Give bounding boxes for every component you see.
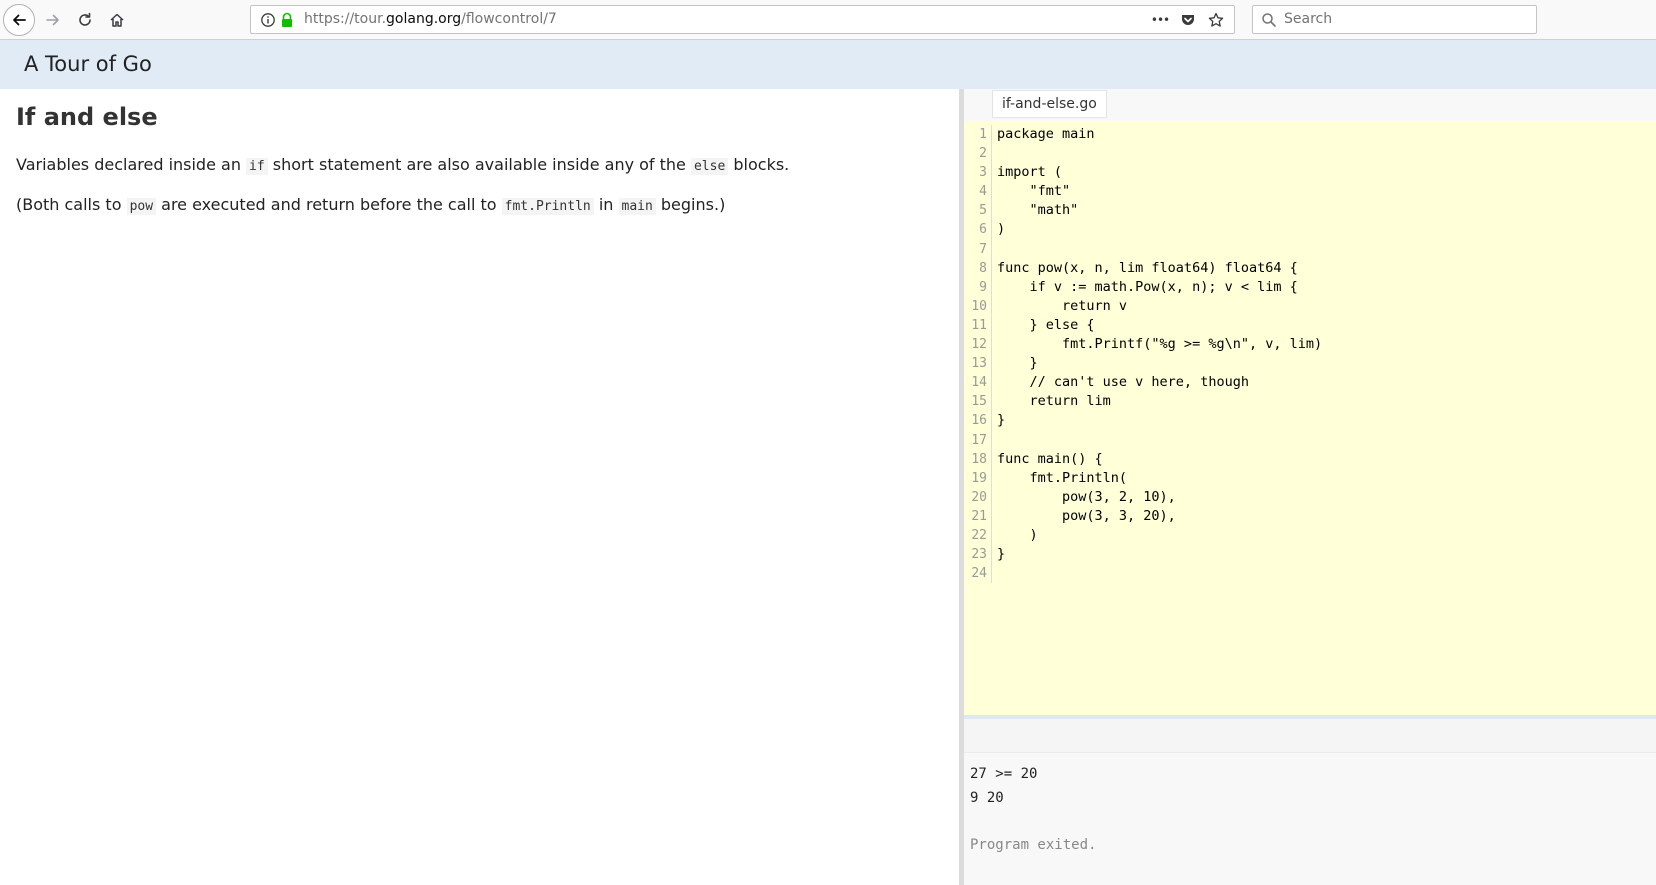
line-number: 6 (979, 222, 987, 238)
code-line[interactable]: return lim (997, 392, 1322, 411)
para1-text-2: short statement are also available insid… (267, 155, 691, 174)
home-button[interactable] (101, 4, 133, 36)
lesson-paragraph-2: (Both calls to pow are executed and retu… (16, 195, 726, 215)
lesson-paragraph-1: Variables declared inside an if short st… (16, 155, 790, 175)
browser-toolbar: https://tour.golang.org/flowcontrol/7 ••… (0, 0, 1656, 40)
code-pow: pow (126, 198, 157, 215)
para2-text-3: in (593, 195, 619, 214)
reload-icon (79, 12, 91, 26)
url-bar[interactable]: https://tour.golang.org/flowcontrol/7 ••… (250, 5, 1235, 34)
line-number: 16 (971, 413, 987, 429)
line-number: 5 (979, 203, 987, 219)
forward-button[interactable] (37, 4, 69, 36)
tour-header: A Tour of Go (0, 40, 1656, 89)
code-line[interactable]: "fmt" (997, 182, 1322, 201)
arrow-left-icon (13, 14, 26, 26)
output-panel: 27 >= 20 9 20 Program exited. (964, 719, 1656, 885)
code-line[interactable]: fmt.Printf("%g >= %g\n", v, lim) (997, 335, 1322, 354)
para1-text-1: Variables declared inside an (16, 155, 247, 174)
search-icon (1261, 12, 1277, 32)
code-fmt-println: fmt.Println (501, 198, 594, 215)
code-line[interactable]: // can't use v here, though (997, 373, 1322, 392)
para2-text-2: are executed and return before the call … (156, 195, 502, 214)
lesson-title: If and else (16, 103, 158, 131)
search-bar[interactable]: Search (1252, 5, 1537, 34)
code-line[interactable]: func pow(x, n, lim float64) float64 { (997, 259, 1322, 278)
code-if: if (246, 158, 268, 175)
tour-title[interactable]: A Tour of Go (24, 52, 152, 76)
line-number: 17 (971, 432, 987, 448)
code-lines[interactable]: package main import ( "fmt" "math") func p… (997, 125, 1322, 583)
arrow-right-icon (46, 14, 59, 26)
line-number: 2 (979, 146, 987, 162)
line-number: 14 (971, 375, 987, 391)
code-line[interactable]: ) (997, 526, 1322, 545)
line-number: 20 (971, 489, 987, 505)
line-number: 9 (979, 279, 987, 295)
code-line[interactable]: "math" (997, 201, 1322, 220)
code-line[interactable] (997, 144, 1322, 163)
code-line[interactable]: ) (997, 220, 1322, 239)
pocket-icon[interactable] (1174, 12, 1202, 28)
file-tab[interactable]: if-and-else.go (992, 90, 1107, 118)
file-tabs: if-and-else.go (964, 89, 1656, 121)
code-line[interactable]: pow(3, 3, 20), (997, 507, 1322, 526)
line-number: 8 (979, 260, 987, 276)
line-number: 3 (979, 165, 987, 181)
output-line: 9 20 (970, 790, 1004, 806)
code-main: main (618, 198, 656, 215)
code-line[interactable] (997, 431, 1322, 450)
line-number: 21 (971, 508, 987, 524)
code-line[interactable]: return v (997, 297, 1322, 316)
line-number: 10 (971, 298, 987, 314)
code-line[interactable]: if v := math.Pow(x, n); v < lim { (997, 278, 1322, 297)
line-number: 24 (971, 566, 987, 582)
line-number-gutter: 1 2 3 4 5 6 7 8 9 10 11 12 13 14 15 16 17 18 19 20 21 22 23 24 (964, 125, 992, 584)
output-controls-bar (964, 719, 1656, 753)
code-line[interactable]: } (997, 545, 1322, 564)
info-icon[interactable] (260, 12, 276, 32)
search-placeholder: Search (1284, 11, 1333, 27)
code-line[interactable]: fmt.Println( (997, 469, 1322, 488)
para2-text-1: (Both calls to (16, 195, 127, 214)
line-number: 15 (971, 394, 987, 410)
line-number: 12 (971, 337, 987, 353)
code-line[interactable] (997, 564, 1322, 583)
home-icon (110, 13, 124, 27)
code-line[interactable]: pow(3, 2, 10), (997, 488, 1322, 507)
para2-text-4: begins.) (655, 195, 726, 214)
line-number: 4 (979, 184, 987, 200)
line-number: 7 (979, 241, 987, 257)
code-line[interactable]: } (997, 354, 1322, 373)
code-else: else (690, 158, 729, 175)
code-line[interactable]: func main() { (997, 450, 1322, 469)
back-button[interactable] (3, 4, 35, 36)
line-number: 11 (971, 317, 987, 333)
line-number: 23 (971, 547, 987, 563)
program-exited-status: Program exited. (970, 837, 1097, 853)
url-prefix: https://tour. (304, 11, 387, 27)
page-actions-button[interactable]: ••• (1146, 13, 1174, 27)
code-line[interactable] (997, 240, 1322, 259)
code-line[interactable]: } (997, 411, 1322, 430)
output-line: 27 >= 20 (970, 766, 1038, 782)
code-line[interactable]: package main (997, 125, 1322, 144)
line-number: 22 (971, 527, 987, 543)
code-line[interactable]: import ( (997, 163, 1322, 182)
url-text: https://tour.golang.org/flowcontrol/7 (304, 11, 557, 27)
line-number: 19 (971, 470, 987, 486)
code-editor-panel: if-and-else.go 1 2 3 4 5 6 7 8 9 10 11 12 13 14 15 16 17… (964, 89, 1656, 715)
url-host: golang.org (386, 11, 462, 27)
url-path: /flowcontrol/7 (461, 11, 557, 27)
lesson-panel: If and else Variables declared inside an… (0, 89, 960, 885)
bookmark-star-icon[interactable] (1202, 12, 1230, 28)
code-line[interactable]: } else { (997, 316, 1322, 335)
code-editor[interactable]: 1 2 3 4 5 6 7 8 9 10 11 12 13 14 15 16 17 18 19 20 21 22 23 24 … (964, 121, 1656, 715)
reload-button[interactable] (69, 4, 101, 36)
lock-icon[interactable] (280, 12, 294, 32)
line-number: 18 (971, 451, 987, 467)
line-number: 1 (979, 127, 987, 142)
line-number: 13 (971, 356, 987, 372)
para1-text-3: blocks. (728, 155, 790, 174)
